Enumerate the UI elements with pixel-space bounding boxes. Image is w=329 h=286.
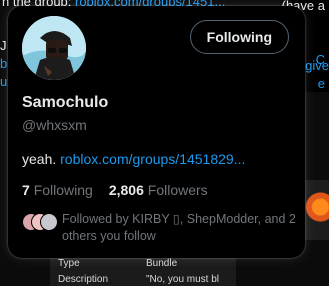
table-cell: Bundle (146, 258, 178, 269)
mutual-avatars (22, 213, 60, 231)
table-row: Type (58, 258, 80, 269)
following-stat[interactable]: 7 Following (22, 182, 93, 198)
profile-bio: yeah. roblox.com/groups/1451829... (22, 151, 245, 167)
user-handle[interactable]: @whxsxm (22, 117, 87, 133)
followers-label: Followers (147, 182, 208, 198)
table-cell: "No, you must bl (146, 274, 220, 285)
following-button[interactable]: Following (189, 20, 289, 54)
bio-link[interactable]: roblox.com/groups/1451829... (60, 151, 245, 167)
mutual-avatar (40, 213, 58, 231)
table-row: Description (58, 274, 109, 285)
background-left-fragment: u (0, 74, 8, 89)
avatar-image (22, 16, 86, 80)
background-right-fragment: give (305, 58, 329, 73)
bio-text: yeah. (22, 151, 61, 167)
background-left-fragment: b (0, 56, 8, 71)
background-left-fragment: J (0, 38, 7, 53)
background-right-fragment: e (317, 76, 325, 91)
following-label: Following (33, 182, 93, 198)
profile-avatar[interactable] (22, 16, 86, 80)
profile-hover-card: Following Samochulo @whxsxm yeah. roblox… (8, 6, 305, 258)
display-name[interactable]: Samochulo (22, 94, 108, 112)
followed-by-text: Followed by KIRBY ▯, ShepModder, and 2 o… (62, 212, 296, 243)
followers-stat[interactable]: 2,806 Followers (109, 182, 208, 198)
follow-stats: 7 Following 2,806 Followers (22, 182, 224, 198)
following-count: 7 (22, 182, 30, 198)
followers-count: 2,806 (108, 182, 144, 198)
